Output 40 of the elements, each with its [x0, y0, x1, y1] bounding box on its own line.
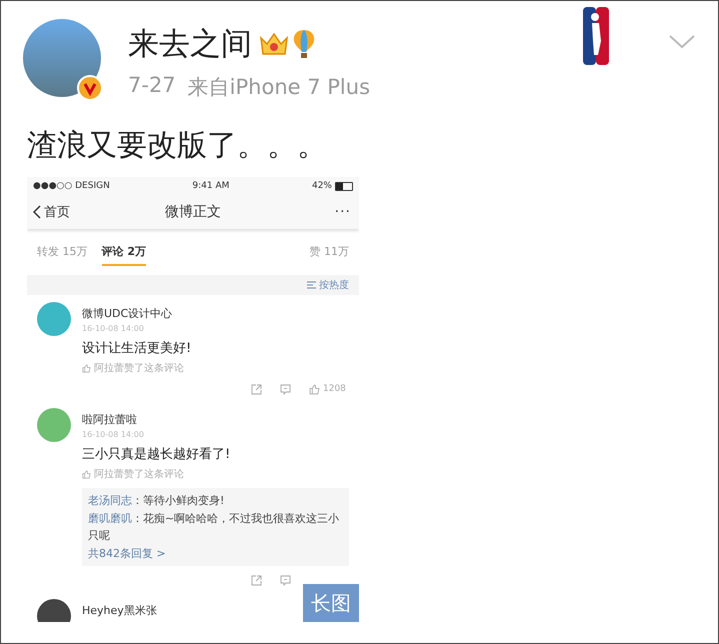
post-text: 渣浪又要改版了。。。 [26, 127, 328, 165]
commenter-name[interactable]: 微博UDC设计中心 [82, 306, 172, 321]
commenter-name[interactable]: 啦阿拉蕾啦 [82, 412, 137, 427]
page-title: 微博正文 [164, 203, 222, 221]
long-image-badge: 长图 [303, 584, 359, 622]
reply-text: 磨叽磨叽：花痴~啊哈哈哈，不过我也很喜欢这三小只呢 [88, 510, 340, 544]
thumbs-up-icon[interactable] [309, 384, 320, 394]
liked-by-text: 阿拉蕾赞了这条评论 [94, 362, 184, 375]
like-count: 1208 [323, 384, 346, 394]
author-name[interactable]: 来去之间 [128, 23, 252, 65]
comment-text: 设计让生活更美好! [82, 340, 192, 357]
sort-icon [307, 281, 316, 289]
comment-icon[interactable] [280, 574, 291, 586]
back-link[interactable]: 首页 [44, 203, 70, 221]
more-button[interactable]: ··· [334, 204, 351, 220]
thumbs-up-icon [82, 364, 91, 372]
carrier-label: ●●●○○ DESIGN [33, 181, 110, 191]
commenter-name[interactable]: Heyhey黑米张 [82, 603, 157, 618]
post-date: 7-27 [128, 73, 176, 99]
more-replies-link[interactable]: 共842条回复 > [88, 544, 343, 562]
battery-icon [335, 182, 353, 190]
hot-air-balloon-icon [292, 29, 316, 59]
comment-time: 16-10-08 14:00 [82, 430, 145, 439]
basketball-logo-icon [583, 7, 609, 65]
tab[interactable]: 评论 2万 [102, 244, 146, 266]
thumbs-up-icon [82, 470, 91, 478]
comment-time: 16-10-08 14:00 [82, 324, 145, 333]
battery-percent: 42% [312, 181, 332, 191]
share-icon[interactable] [251, 574, 262, 586]
share-icon[interactable] [251, 384, 262, 394]
chevron-down-icon[interactable] [669, 35, 695, 49]
liked-by-text: 阿拉蕾赞了这条评论 [94, 468, 184, 481]
crown-icon [258, 30, 290, 58]
post-source: 来自iPhone 7 Plus [188, 74, 370, 101]
comment-icon[interactable] [280, 384, 291, 394]
reply-text: 老汤同志：等待小鲜肉变身! [88, 493, 226, 509]
comment-text: 三小只真是越长越好看了! [82, 446, 232, 463]
clock-label: 9:41 AM [192, 181, 230, 191]
back-chevron-icon[interactable] [33, 205, 41, 219]
verified-badge-icon [77, 75, 103, 101]
